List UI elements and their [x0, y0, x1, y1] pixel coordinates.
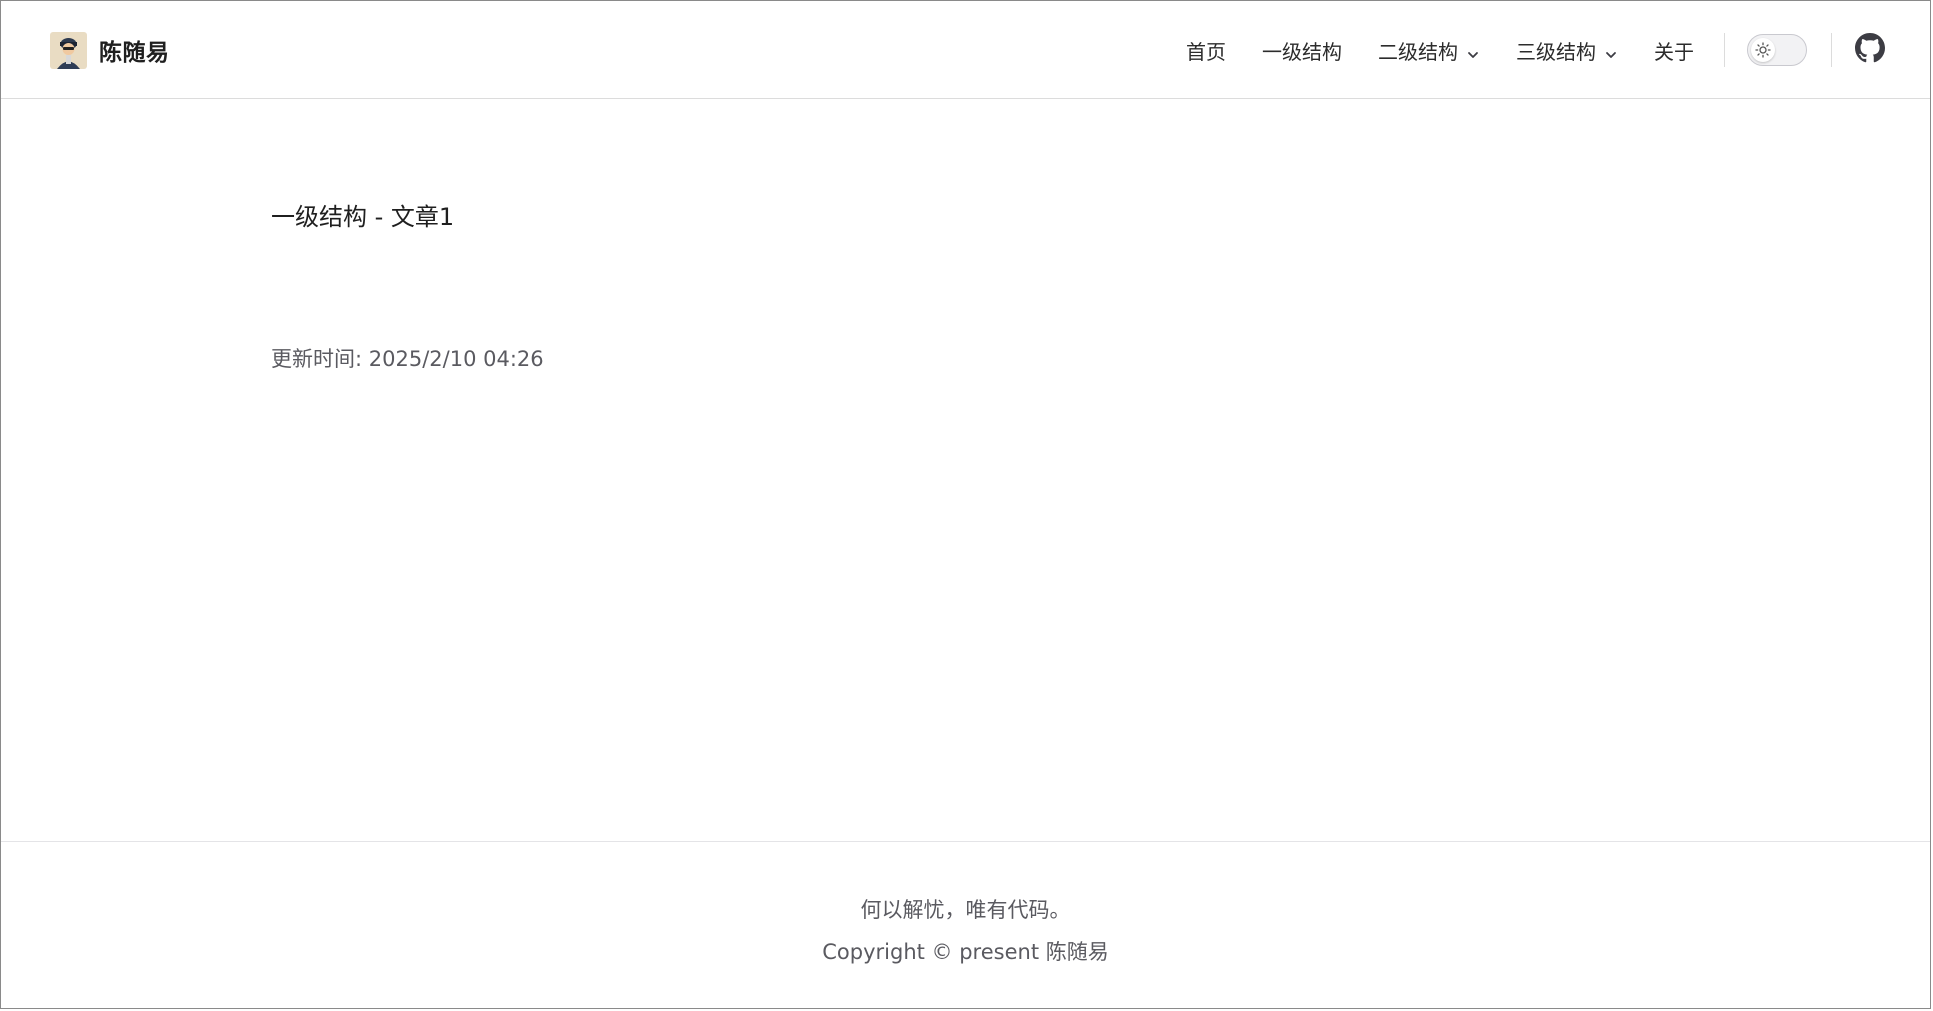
browser-window: 陈随易 首页 一级结构 二级结构 三级结构 关于 一级结构 - 文章1 更新时间… [0, 0, 1931, 1009]
top-nav: 首页 一级结构 二级结构 三级结构 关于 [1168, 1, 1930, 99]
sun-icon [1751, 38, 1775, 62]
github-icon [1855, 33, 1885, 67]
nav-item-label: 二级结构 [1378, 39, 1458, 64]
site-brand-link[interactable]: 陈随易 [50, 31, 170, 69]
nav-item-level-one[interactable]: 一级结构 [1244, 36, 1360, 65]
article-content: 一级结构 - 文章1 [271, 197, 454, 232]
last-updated: 更新时间: 2025/2/10 04:26 [271, 343, 544, 373]
article-title: 一级结构 - 文章1 [271, 203, 455, 231]
nav-divider [1831, 33, 1832, 67]
nav-item-label: 关于 [1654, 39, 1694, 64]
nav-item-level-three[interactable]: 三级结构 [1498, 36, 1636, 65]
nav-item-label: 首页 [1186, 39, 1226, 64]
nav-item-home[interactable]: 首页 [1168, 36, 1244, 65]
site-title: 陈随易 [99, 40, 170, 66]
last-updated-value: 2025/2/10 04:26 [368, 347, 544, 371]
nav-item-level-two[interactable]: 二级结构 [1360, 36, 1498, 65]
nav-item-label: 三级结构 [1516, 39, 1596, 64]
chevron-down-icon [1604, 43, 1618, 58]
nav-item-about[interactable]: 关于 [1636, 36, 1712, 65]
last-updated-label: 更新时间: [271, 347, 363, 371]
nav-divider [1724, 33, 1725, 67]
navbar: 陈随易 首页 一级结构 二级结构 三级结构 关于 [1, 1, 1930, 99]
footer-copyright: Copyright © present 陈随易 [822, 940, 1109, 964]
github-link[interactable] [1854, 33, 1886, 67]
chevron-down-icon [1466, 43, 1480, 58]
avatar-icon [50, 31, 87, 69]
footer-message: 何以解忧，唯有代码。 [860, 898, 1071, 922]
theme-toggle[interactable] [1747, 34, 1807, 66]
nav-item-label: 一级结构 [1262, 39, 1342, 64]
site-footer: 何以解忧，唯有代码。 Copyright © present 陈随易 [1, 841, 1930, 1008]
